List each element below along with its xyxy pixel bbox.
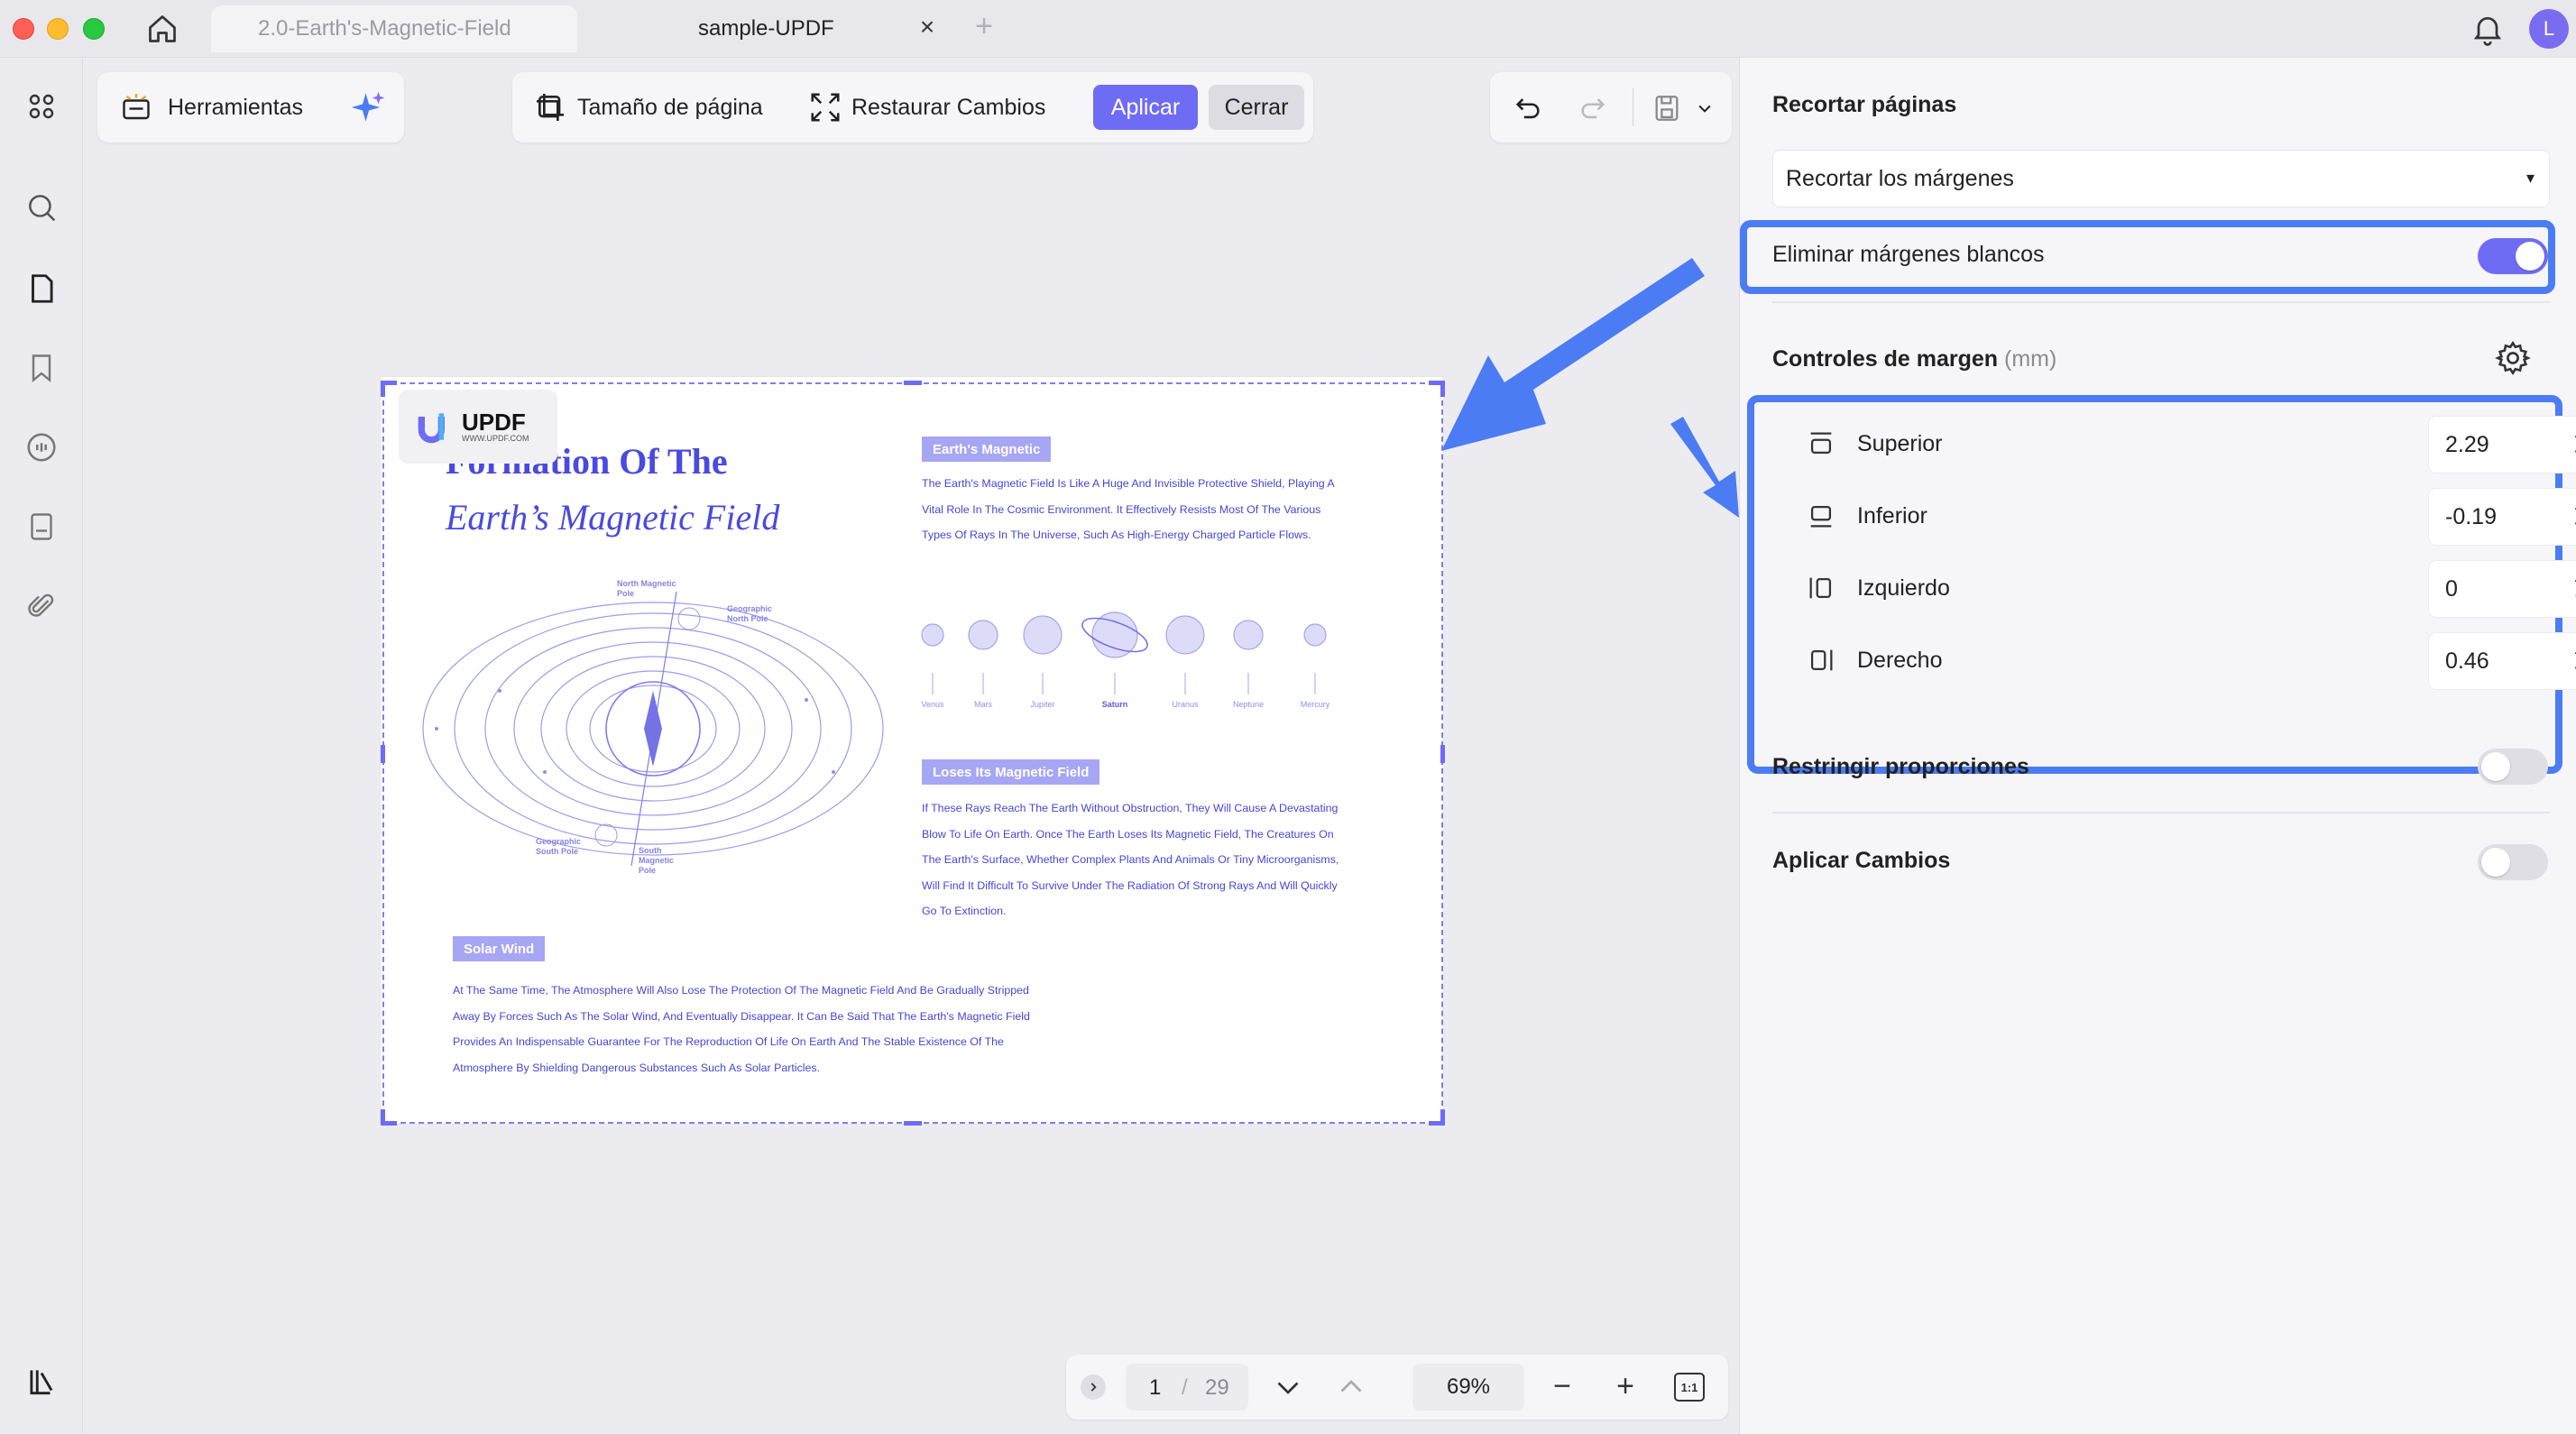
page-size-label: Tamaño de página bbox=[577, 94, 763, 120]
crop-handle-bottom-left[interactable] bbox=[381, 1109, 385, 1126]
updf-window: 2.0-Earth's-Magnetic-Field sample-UPDF ×… bbox=[0, 0, 2576, 1434]
page-separator: / bbox=[1182, 1375, 1188, 1400]
redo-icon[interactable] bbox=[1575, 90, 1611, 126]
margin-bottom-input[interactable]: -0.19 ▲▼ bbox=[2429, 489, 2576, 545]
margin-right-input[interactable]: 0.46 ▲▼ bbox=[2429, 633, 2576, 689]
comment-icon[interactable] bbox=[22, 427, 61, 467]
chevron-down-icon[interactable] bbox=[1687, 90, 1723, 126]
history-toolbar bbox=[1490, 72, 1732, 142]
library-icon[interactable] bbox=[22, 1362, 61, 1402]
restrict-proportions-toggle[interactable] bbox=[2478, 749, 2548, 785]
margin-row-top: Superior 2.29 ▲▼ bbox=[1772, 408, 2576, 480]
new-tab-icon[interactable]: + bbox=[971, 11, 998, 41]
crop-handle-bottom[interactable] bbox=[904, 1121, 922, 1126]
restore-changes-button[interactable]: Restaurar Cambios bbox=[808, 88, 1045, 126]
current-page: 1 bbox=[1149, 1375, 1162, 1400]
apply-changes-label: Aplicar Cambios bbox=[1772, 848, 1951, 873]
crop-handle-bottom-right[interactable] bbox=[1440, 1109, 1445, 1126]
page-navigation-bar: 1 / 29 69% − + 1:1 bbox=[1066, 1355, 1728, 1420]
undo-icon[interactable] bbox=[1510, 90, 1546, 126]
home-icon[interactable] bbox=[143, 11, 182, 47]
page-icon[interactable] bbox=[22, 269, 61, 308]
margin-right-label: Derecho bbox=[1857, 648, 1943, 673]
zoom-window-button[interactable] bbox=[83, 18, 105, 40]
margin-controls-title: Controles de margen (mm) bbox=[1772, 346, 2057, 372]
document-icon[interactable] bbox=[22, 507, 61, 547]
crop-mode-value: Recortar los márgenes bbox=[1786, 165, 2014, 191]
page-size-button[interactable]: Tamaño de página bbox=[532, 88, 763, 126]
margin-right-icon bbox=[1803, 642, 1839, 678]
crop-handle-top[interactable] bbox=[904, 381, 922, 385]
ai-sparkle-icon[interactable] bbox=[350, 88, 388, 131]
dropdown-caret-icon: ▾ bbox=[2525, 169, 2535, 187]
apply-button[interactable]: Aplicar bbox=[1093, 85, 1198, 130]
settings-gear-icon[interactable] bbox=[2494, 339, 2532, 377]
margin-row-bottom: Inferior -0.19 ▲▼ bbox=[1772, 480, 2576, 552]
expand-chevron-icon[interactable] bbox=[1081, 1374, 1106, 1400]
left-sidebar bbox=[0, 58, 83, 1434]
margin-left-icon bbox=[1803, 570, 1839, 606]
tools-group: Herramientas bbox=[97, 72, 404, 142]
zoom-level[interactable]: 69% bbox=[1412, 1364, 1524, 1411]
next-page-icon[interactable] bbox=[1272, 1371, 1304, 1403]
crop-handle-top-left[interactable] bbox=[381, 381, 385, 397]
remove-white-margins-label: Eliminar márgenes blancos bbox=[1772, 242, 2045, 267]
crop-frame[interactable] bbox=[382, 382, 1443, 1124]
minimize-window-button[interactable] bbox=[47, 18, 69, 40]
close-tab-icon[interactable]: × bbox=[915, 14, 940, 40]
tab-label: sample-UPDF bbox=[698, 16, 834, 41]
margin-row-left: Izquierdo 0 ▲▼ bbox=[1772, 552, 2576, 624]
avatar[interactable]: L bbox=[2529, 9, 2569, 49]
thumbnails-grid-icon[interactable] bbox=[22, 87, 61, 126]
apply-changes-toggle[interactable] bbox=[2478, 844, 2548, 880]
margin-top-label: Superior bbox=[1857, 431, 1943, 456]
margin-left-input[interactable]: 0 ▲▼ bbox=[2429, 561, 2576, 617]
restrict-proportions-label: Restringir proporciones bbox=[1772, 754, 2029, 779]
margin-top-input[interactable]: 2.29 ▲▼ bbox=[2429, 417, 2576, 473]
previous-page-icon[interactable] bbox=[1335, 1371, 1367, 1403]
margin-bottom-icon bbox=[1803, 498, 1839, 534]
total-pages: 29 bbox=[1205, 1375, 1229, 1400]
stepper-icon[interactable]: ▲▼ bbox=[2572, 640, 2576, 680]
tab-sample-updf[interactable]: sample-UPDF bbox=[595, 5, 956, 52]
stepper-icon[interactable]: ▲▼ bbox=[2572, 496, 2576, 536]
margin-left-label: Izquierdo bbox=[1857, 575, 1950, 601]
panel-title: Recortar páginas bbox=[1772, 92, 1957, 117]
crop-handle-left[interactable] bbox=[381, 745, 385, 763]
margin-row-right: Derecho 0.46 ▲▼ bbox=[1772, 624, 2576, 696]
page-number-field[interactable]: 1 / 29 bbox=[1126, 1364, 1248, 1411]
crop-toolbar: Tamaño de página Restaurar Cambios Aplic… bbox=[512, 72, 1313, 142]
stepper-icon[interactable]: ▲▼ bbox=[2572, 424, 2576, 464]
tab-label: 2.0-Earth's-Magnetic-Field bbox=[258, 16, 511, 41]
bookmark-icon[interactable] bbox=[22, 348, 61, 388]
margin-bottom-label: Inferior bbox=[1857, 503, 1927, 529]
tools-label: Herramientas bbox=[168, 94, 304, 120]
stepper-icon[interactable]: ▲▼ bbox=[2572, 568, 2576, 608]
margin-top-icon bbox=[1803, 426, 1839, 462]
attachment-icon[interactable] bbox=[22, 586, 61, 626]
zoom-out-icon[interactable]: − bbox=[1546, 1371, 1578, 1403]
bell-icon[interactable] bbox=[2470, 11, 2506, 47]
crop-handle-right[interactable] bbox=[1440, 745, 1445, 763]
actual-size-button[interactable]: 1:1 bbox=[1674, 1373, 1705, 1402]
tab-earth-magnetic-field[interactable]: 2.0-Earth's-Magnetic-Field bbox=[211, 5, 577, 52]
crop-pages-panel: Recortar páginas Recortar los márgenes ▾… bbox=[1739, 58, 2576, 1434]
close-button[interactable]: Cerrar bbox=[1209, 85, 1304, 130]
crop-mode-select[interactable]: Recortar los márgenes ▾ bbox=[1772, 150, 2550, 207]
remove-white-margins-toggle[interactable] bbox=[2478, 238, 2548, 274]
save-icon[interactable] bbox=[1649, 90, 1685, 126]
title-bar: 2.0-Earth's-Magnetic-Field sample-UPDF ×… bbox=[0, 0, 2576, 58]
crop-handle-top-right[interactable] bbox=[1440, 381, 1445, 397]
restore-changes-label: Restaurar Cambios bbox=[851, 94, 1046, 120]
close-window-button[interactable] bbox=[13, 18, 34, 40]
search-icon[interactable] bbox=[22, 188, 61, 227]
zoom-in-icon[interactable]: + bbox=[1609, 1371, 1642, 1403]
tools-button[interactable]: Herramientas bbox=[119, 91, 303, 124]
